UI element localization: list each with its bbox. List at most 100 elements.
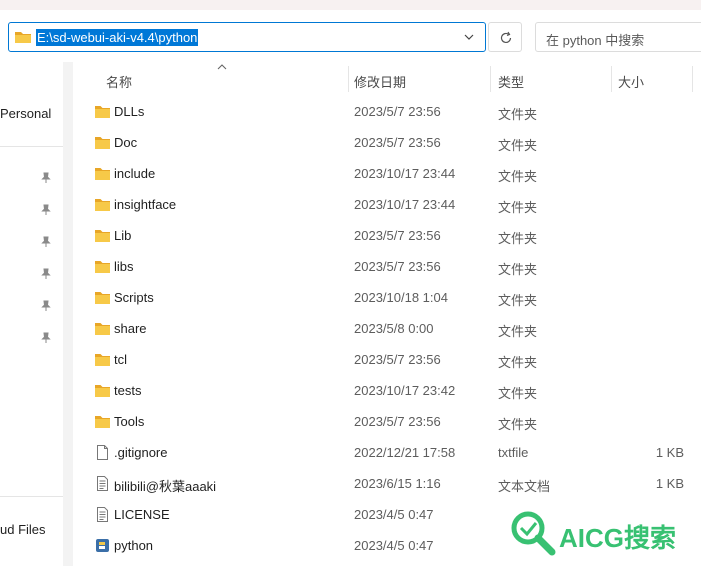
- file-type: 文件夹: [498, 138, 538, 153]
- file-date: 2023/10/17 23:44: [354, 166, 456, 181]
- nav-item-cloud-files[interactable]: ud Files: [0, 522, 46, 537]
- pin-icon: [41, 332, 51, 343]
- search-placeholder: 在 python 中搜索: [546, 33, 645, 48]
- column-date[interactable]: 修改日期: [354, 72, 406, 91]
- chevron-down-icon[interactable]: [463, 31, 475, 43]
- file-name: Scripts: [114, 290, 154, 305]
- file-row[interactable]: DLLs 2023/5/7 23:56 文件夹: [73, 97, 701, 128]
- file-list: DLLs 2023/5/7 23:56 文件夹 Doc 2023/5/7 23:…: [73, 97, 701, 562]
- navigation-pane: Personal ud Files: [0, 62, 63, 566]
- file-row[interactable]: Lib 2023/5/7 23:56 文件夹: [73, 221, 701, 252]
- address-bar[interactable]: E:\sd-webui-aki-v4.4\python: [8, 22, 486, 52]
- file-date: 2023/10/18 1:04: [354, 290, 448, 305]
- file-type: 文件夹: [498, 262, 538, 277]
- file-name: libs: [114, 259, 134, 274]
- file-name: share: [114, 321, 147, 336]
- folder-icon: [95, 416, 110, 428]
- column-size[interactable]: 大小: [618, 72, 644, 91]
- watermark-text: AICG搜索: [559, 523, 677, 553]
- file-row[interactable]: Doc 2023/5/7 23:56 文件夹: [73, 128, 701, 159]
- text-file-icon: [97, 476, 108, 491]
- refresh-icon: [500, 31, 512, 44]
- file-date: 2023/4/5 0:47: [354, 507, 434, 522]
- search-magnifier-icon: [511, 511, 556, 556]
- file-date: 2022/12/21 17:58: [354, 445, 456, 460]
- folder-icon: [95, 106, 110, 118]
- column-divider[interactable]: [692, 66, 693, 92]
- file-type: 文件夹: [498, 417, 538, 432]
- address-path[interactable]: E:\sd-webui-aki-v4.4\python: [36, 29, 199, 46]
- folder-icon: [95, 323, 110, 335]
- column-divider[interactable]: [611, 66, 612, 92]
- nav-item-personal[interactable]: Personal: [0, 106, 51, 121]
- file-type: 文件夹: [498, 169, 538, 184]
- watermark-logo: AICG搜索: [506, 508, 701, 558]
- file-type: 文件夹: [498, 293, 538, 308]
- search-input[interactable]: 在 python 中搜索: [535, 22, 701, 52]
- file-size: 1 KB: [655, 476, 684, 491]
- file-name: Doc: [114, 135, 138, 150]
- python-icon: [96, 539, 109, 552]
- file-name: Tools: [114, 414, 145, 429]
- column-type[interactable]: 类型: [498, 72, 524, 91]
- file-row[interactable]: insightface 2023/10/17 23:44 文件夹: [73, 190, 701, 221]
- folder-icon: [95, 137, 110, 149]
- file-date: 2023/10/17 23:44: [354, 197, 456, 212]
- text-file-icon: [97, 507, 108, 522]
- file-name: tests: [114, 383, 142, 398]
- nav-divider: [0, 496, 63, 497]
- file-row[interactable]: tests 2023/10/17 23:42 文件夹: [73, 376, 701, 407]
- file-name: LICENSE: [114, 507, 170, 522]
- column-divider[interactable]: [348, 66, 349, 92]
- file-type: 文件夹: [498, 386, 538, 401]
- pin-icon: [41, 268, 51, 279]
- file-name: DLLs: [114, 104, 145, 119]
- pin-icon: [41, 300, 51, 311]
- pin-icon: [41, 172, 51, 183]
- folder-icon: [95, 168, 110, 180]
- file-date: 2023/5/7 23:56: [354, 228, 441, 243]
- file-date: 2023/5/7 23:56: [354, 104, 441, 119]
- column-divider[interactable]: [490, 66, 491, 92]
- pin-icon: [41, 236, 51, 247]
- file-row[interactable]: Tools 2023/5/7 23:56 文件夹: [73, 407, 701, 438]
- file-type: 文件夹: [498, 324, 538, 339]
- file-date: 2023/5/7 23:56: [354, 259, 441, 274]
- folder-icon: [15, 32, 31, 43]
- file-name: python: [114, 538, 154, 553]
- file-name: insightface: [114, 197, 177, 212]
- file-name: Lib: [114, 228, 132, 243]
- file-type: txtfile: [498, 445, 529, 460]
- file-row[interactable]: include 2023/10/17 23:44 文件夹: [73, 159, 701, 190]
- file-type: 文件夹: [498, 107, 538, 122]
- file-row[interactable]: share 2023/5/8 0:00 文件夹: [73, 314, 701, 345]
- file-type: 文本文档: [498, 479, 551, 494]
- file-type: 文件夹: [498, 200, 538, 215]
- sort-ascending-icon: [217, 64, 227, 70]
- file-date: 2023/4/5 0:47: [354, 538, 434, 553]
- pin-icon: [41, 204, 51, 215]
- pane-splitter[interactable]: [63, 62, 73, 566]
- file-row[interactable]: libs 2023/5/7 23:56 文件夹: [73, 252, 701, 283]
- file-date: 2023/5/7 23:56: [354, 414, 441, 429]
- column-name[interactable]: 名称: [106, 72, 132, 91]
- column-header: 名称 修改日期 类型 大小: [73, 62, 701, 94]
- folder-icon: [95, 261, 110, 273]
- file-row[interactable]: Scripts 2023/10/18 1:04 文件夹: [73, 283, 701, 314]
- file-row[interactable]: bilibili@秋葉aaaki 2023/6/15 1:16 文本文档 1 K…: [73, 469, 701, 500]
- file-size: 1 KB: [655, 445, 684, 460]
- file-date: 2023/5/8 0:00: [354, 321, 434, 336]
- file-type: 文件夹: [498, 231, 538, 246]
- file-name: include: [114, 166, 156, 181]
- file-name: bilibili@秋葉aaaki: [114, 479, 217, 494]
- folder-icon: [95, 292, 110, 304]
- file-row[interactable]: .gitignore 2022/12/21 17:58 txtfile 1 KB: [73, 438, 701, 469]
- folder-icon: [95, 385, 110, 397]
- folder-icon: [95, 354, 110, 366]
- file-name: .gitignore: [114, 445, 168, 460]
- folder-icon: [95, 230, 110, 242]
- file-name: tcl: [114, 352, 127, 367]
- file-row[interactable]: tcl 2023/5/7 23:56 文件夹: [73, 345, 701, 376]
- title-strip: [0, 0, 701, 10]
- refresh-button[interactable]: [488, 22, 522, 52]
